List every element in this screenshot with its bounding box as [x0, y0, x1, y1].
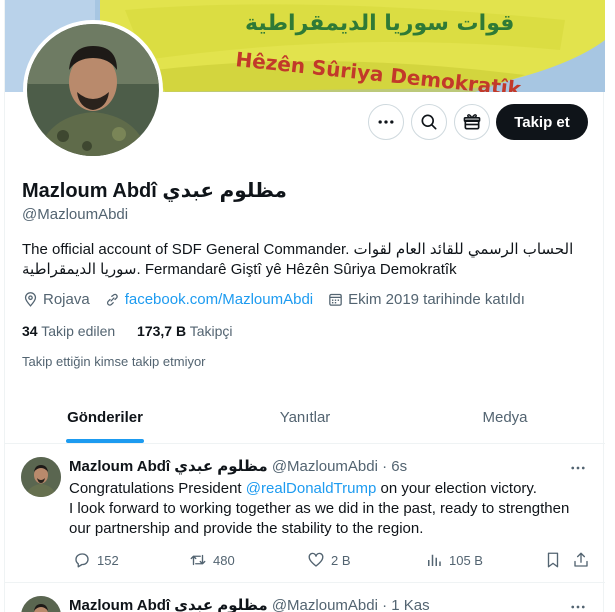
- share-button[interactable]: [572, 551, 596, 569]
- more-icon: [378, 120, 394, 124]
- tweet-avatar[interactable]: [21, 596, 61, 612]
- tweet-text-line2: I look forward to working together as we…: [69, 500, 570, 537]
- following-label: Takip edilen: [41, 323, 116, 339]
- tab-replies-label: Yanıtlar: [279, 409, 331, 426]
- tweet-text: Congratulations President @realDonaldTru…: [69, 479, 594, 539]
- tweet-time[interactable]: · 6s: [382, 458, 407, 475]
- reply-count: 152: [97, 552, 119, 568]
- more-icon[interactable]: [569, 459, 587, 477]
- profile-handle: @MazloumAbdi: [22, 206, 129, 223]
- website-link[interactable]: facebook.com/MazloumAbdi: [125, 291, 313, 308]
- followers-label: Takipçi: [189, 323, 233, 339]
- views-icon: [428, 554, 441, 566]
- more-icon[interactable]: [569, 598, 587, 612]
- tweet[interactable]: Mazloum Abdî مظلوم عبدي @MazloumAbdi · 6…: [5, 445, 605, 583]
- display-name: Mazloum Abdî مظلوم عبدي: [22, 180, 287, 202]
- tweet-mention-link[interactable]: @realDonaldTrump: [246, 480, 377, 497]
- tab-posts-label: Gönderiler: [67, 409, 143, 426]
- not-followed-notice: Takip ettiğin kimse takip etmiyor: [22, 354, 206, 369]
- joined-text: Ekim 2019 tarihinde katıldı: [348, 291, 525, 308]
- tweet-author-name[interactable]: Mazloum Abdî مظلوم عبدي: [69, 597, 268, 612]
- website-item[interactable]: facebook.com/MazloumAbdi: [104, 291, 313, 308]
- profile-page: قوات سوريا الديمقراطية Hêzên Sûriya Demo…: [0, 0, 615, 612]
- tweet-author-handle[interactable]: @MazloumAbdi: [272, 597, 378, 612]
- tab-posts[interactable]: Gönderiler: [5, 392, 205, 443]
- tweet-author-name[interactable]: Mazloum Abdî مظلوم عبدي: [69, 458, 268, 475]
- search-button[interactable]: [411, 104, 447, 140]
- location-text: Rojava: [43, 291, 90, 308]
- reply-button[interactable]: 152: [73, 551, 119, 569]
- repost-button[interactable]: 480: [189, 551, 235, 569]
- repost-icon: [190, 554, 206, 566]
- joined-item: Ekim 2019 tarihinde katıldı: [327, 291, 525, 308]
- profile-tabs: Gönderiler Yanıtlar Medya: [5, 392, 605, 444]
- main-column: قوات سوريا الديمقراطية Hêzên Sûriya Demo…: [4, 0, 605, 612]
- tweet-header: Mazloum Abdî مظلوم عبدي @MazloumAbdi · 1…: [69, 596, 430, 612]
- like-button[interactable]: 2 B: [307, 551, 351, 569]
- bookmark-button[interactable]: [544, 551, 568, 569]
- tweet-time[interactable]: · 1 Kas: [382, 597, 430, 612]
- search-icon: [421, 114, 437, 130]
- link-icon: [106, 293, 118, 306]
- tab-media[interactable]: Medya: [405, 392, 605, 443]
- more-button[interactable]: [368, 104, 404, 140]
- profile-bio: The official account of SDF General Comm…: [22, 240, 592, 280]
- bio-line-1: The official account of SDF General Comm…: [22, 241, 574, 258]
- share-icon: [574, 552, 588, 567]
- subscribe-button[interactable]: [454, 104, 490, 140]
- tweet-text-pre: Congratulations President: [69, 480, 246, 497]
- following-link[interactable]: 34 Takip edilen: [22, 323, 115, 339]
- tweet-text-post: on your election victory.: [376, 480, 537, 497]
- followers-link[interactable]: 173,7 B Takipçi: [137, 323, 232, 339]
- gift-icon: [463, 114, 481, 130]
- reply-icon: [75, 553, 89, 568]
- tweet-avatar[interactable]: [21, 457, 61, 497]
- repost-count: 480: [213, 552, 235, 568]
- tweet[interactable]: Mazloum Abdî مظلوم عبدي @MazloumAbdi · 1…: [5, 584, 605, 612]
- followers-count: 173,7 B: [137, 323, 187, 339]
- follow-counts: 34 Takip edilen 173,7 B Takipçi: [22, 323, 251, 339]
- tab-replies[interactable]: Yanıtlar: [205, 392, 405, 443]
- following-count: 34: [22, 323, 38, 339]
- tweet-header: Mazloum Abdî مظلوم عبدي @MazloumAbdi · 6…: [69, 457, 407, 475]
- bio-line-2: سوريا الديمقراطية. Fermandarê Giştî yê H…: [22, 261, 457, 278]
- tab-media-label: Medya: [482, 409, 528, 426]
- heart-icon: [308, 552, 324, 567]
- bookmark-icon: [547, 552, 559, 568]
- flag-arabic-text: قوات سوريا الديمقراطية: [245, 11, 514, 36]
- views-button[interactable]: 105 B: [425, 551, 483, 569]
- views-count: 105 B: [449, 552, 483, 568]
- location-item: Rojava: [22, 291, 90, 308]
- like-count: 2 B: [331, 552, 351, 568]
- tweet-author-handle[interactable]: @MazloumAbdi: [272, 458, 378, 475]
- profile-meta: Rojava facebook.com/MazloumAbdi Ekim 201…: [22, 291, 539, 308]
- location-icon: [24, 292, 37, 307]
- calendar-icon: [329, 293, 342, 306]
- tweet-actions: 152 480 2 B 105 B: [69, 551, 594, 571]
- profile-avatar[interactable]: [23, 20, 163, 160]
- follow-button[interactable]: Takip et: [496, 104, 588, 140]
- active-tab-indicator: [66, 439, 144, 443]
